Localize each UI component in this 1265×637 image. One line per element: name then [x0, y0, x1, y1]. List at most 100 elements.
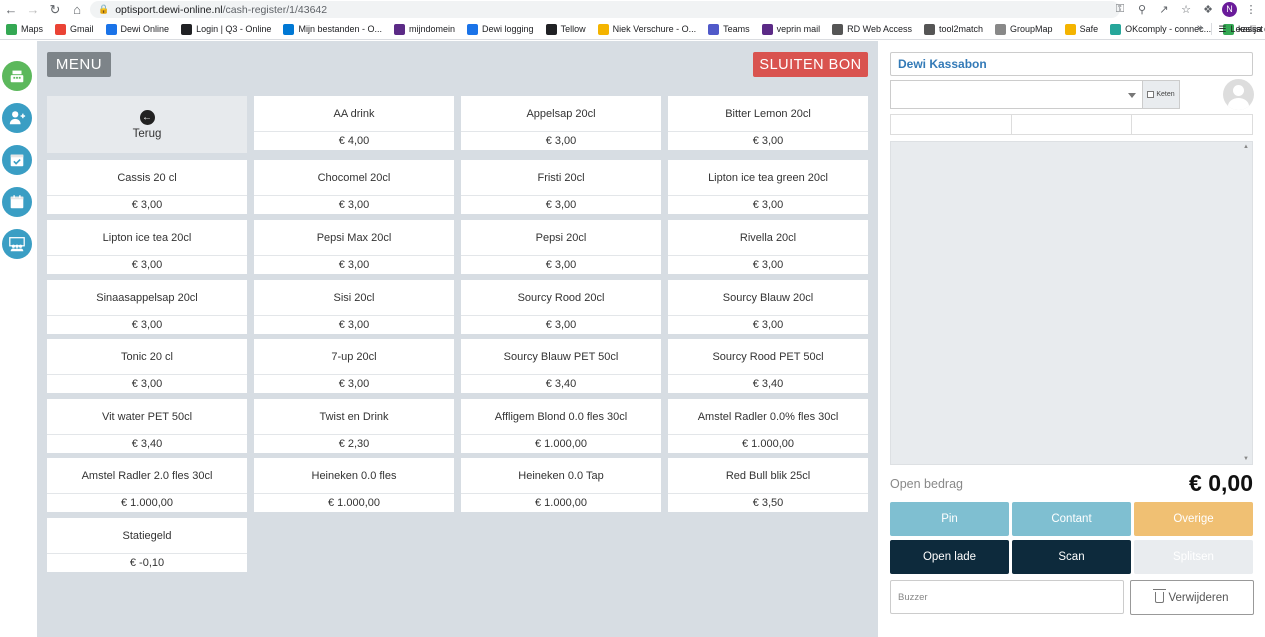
back-tile[interactable]: ← Terug [47, 96, 247, 153]
product-tile[interactable]: Sisi 20cl € 3,00 [254, 280, 454, 334]
product-tile[interactable]: Twist en Drink € 2,30 [254, 399, 454, 453]
star-icon[interactable]: ☆ [1178, 1, 1194, 17]
buzzer-input[interactable] [890, 580, 1124, 614]
bookmark-label: Gmail [70, 24, 94, 34]
scroll-down-icon[interactable]: ▼ [1243, 456, 1249, 462]
keten-checkbox[interactable] [1147, 91, 1155, 98]
cash-register-icon[interactable] [2, 61, 32, 91]
product-tile[interactable]: Appelsap 20cl € 3,00 [461, 96, 661, 150]
receipt-info-row [890, 114, 1253, 135]
back-label: Terug [132, 127, 162, 140]
extensions-icon[interactable]: ❖ [1200, 1, 1216, 17]
bookmark-item[interactable]: Gmail [55, 23, 94, 35]
keten-toggle[interactable]: Keten [1142, 80, 1180, 109]
info-cell [1012, 115, 1133, 134]
open-amount-label: Open bedrag [890, 477, 963, 491]
bookmark-item[interactable]: Safe [1064, 23, 1099, 35]
address-bar[interactable]: 🔒 optisport.dewi-online.nl/cash-register… [90, 1, 1120, 18]
product-tile[interactable]: Cassis 20 cl € 3,00 [47, 160, 247, 214]
bookmark-item[interactable]: Mijn bestanden - O... [283, 23, 382, 35]
forward-arrow-icon[interactable]: → [22, 0, 44, 19]
user-avatar-icon[interactable] [1223, 79, 1254, 110]
product-name: Heineken 0.0 fles [254, 458, 454, 494]
product-tile[interactable]: Fristi 20cl € 3,00 [461, 160, 661, 214]
bookmark-item[interactable]: Dewi logging [467, 23, 534, 35]
browser-toolbar: ← → ↻ ⌂ 🔒 optisport.dewi-online.nl/cash-… [0, 0, 1265, 19]
share-icon[interactable]: ↗ [1156, 1, 1172, 17]
bookmark-item[interactable]: Login | Q3 - Online [181, 23, 271, 35]
product-tile[interactable]: Heineken 0.0 Tap € 1.000,00 [461, 458, 661, 512]
cash-button[interactable]: Contant [1012, 502, 1131, 536]
product-price: € 1.000,00 [535, 438, 587, 450]
scroll-up-icon[interactable]: ▲ [1243, 144, 1249, 150]
product-tile[interactable]: Statiegeld € -0,10 [47, 518, 247, 572]
home-icon[interactable]: ⌂ [66, 0, 88, 19]
receipt-lines[interactable]: ▲ ▼ [890, 141, 1253, 465]
bookmark-item[interactable]: Teams [708, 23, 750, 35]
product-tile[interactable]: Tonic 20 cl € 3,00 [47, 339, 247, 393]
bookmark-label: Safe [1079, 24, 1099, 34]
bookmark-item[interactable]: Niek Verschure - O... [597, 23, 696, 35]
reading-list[interactable]: ☰ Leeslijst [1211, 23, 1263, 35]
bookmark-item[interactable]: veprin mail [761, 23, 821, 35]
product-name: Appelsap 20cl [461, 96, 661, 132]
bookmark-item[interactable]: RD Web Access [832, 23, 912, 35]
product-tile[interactable]: Bitter Lemon 20cl € 3,00 [668, 96, 868, 150]
receipt-title[interactable]: Dewi Kassabon [890, 52, 1253, 76]
menu-button[interactable]: MENU [47, 52, 111, 77]
product-tile[interactable]: Sinaasappelsap 20cl € 3,00 [47, 280, 247, 334]
bookmark-favicon-icon [597, 23, 609, 35]
back-arrow-icon[interactable]: ← [0, 0, 22, 19]
bookmark-item[interactable]: mijndomein [394, 23, 455, 35]
zoom-icon[interactable]: ⚲ [1134, 1, 1150, 17]
product-tile[interactable]: Vit water PET 50cl € 3,40 [47, 399, 247, 453]
product-tile[interactable]: Rivella 20cl € 3,00 [668, 220, 868, 274]
split-button[interactable]: Splitsen [1134, 540, 1253, 574]
product-tile[interactable]: Sourcy Blauw PET 50cl € 3,40 [461, 339, 661, 393]
profile-avatar[interactable]: N [1222, 1, 1237, 17]
product-tile[interactable]: Sourcy Rood 20cl € 3,00 [461, 280, 661, 334]
bookmark-favicon-icon [6, 23, 17, 35]
close-receipt-button[interactable]: SLUITEN BON [753, 52, 868, 77]
product-tile[interactable]: Amstel Radler 2.0 fles 30cl € 1.000,00 [47, 458, 247, 512]
bookmark-item[interactable]: GroupMap [995, 23, 1053, 35]
pin-button[interactable]: Pin [890, 502, 1009, 536]
customer-select[interactable] [890, 80, 1142, 109]
kebab-menu-icon[interactable]: ⋮ [1243, 1, 1259, 17]
product-tile[interactable]: Affligem Blond 0.0 fles 30cl € 1.000,00 [461, 399, 661, 453]
bookmark-item[interactable]: Tellow [545, 23, 586, 35]
product-tile[interactable]: Chocomel 20cl € 3,00 [254, 160, 454, 214]
product-price: € 3,40 [131, 438, 163, 450]
product-tile[interactable]: Lipton ice tea green 20cl € 3,00 [668, 160, 868, 214]
calendar-check-icon[interactable] [2, 145, 32, 175]
url-path: /cash-register/1/43642 [222, 3, 328, 16]
group-icon[interactable] [2, 229, 32, 259]
open-drawer-button[interactable]: Open lade [890, 540, 1009, 574]
bookmarks-more[interactable]: » [1197, 22, 1203, 34]
product-tile[interactable]: Amstel Radler 0.0% fles 30cl € 1.000,00 [668, 399, 868, 453]
bookmark-item[interactable]: Maps [6, 23, 43, 35]
product-name: Affligem Blond 0.0 fles 30cl [461, 399, 661, 435]
key-icon[interactable]: ⚿ [1112, 1, 1128, 17]
reload-icon[interactable]: ↻ [44, 0, 66, 19]
bookmarks-bar: Maps Gmail Dewi Online Login | Q3 - Online M… [0, 19, 1265, 40]
product-tile[interactable]: 7-up 20cl € 3,00 [254, 339, 454, 393]
bookmark-item[interactable]: tool2match [924, 23, 983, 35]
other-payment-button[interactable]: Overige [1134, 502, 1253, 536]
scan-button[interactable]: Scan [1012, 540, 1131, 574]
product-tile[interactable]: AA drink € 4,00 [254, 96, 454, 150]
product-tile[interactable]: Sourcy Blauw 20cl € 3,00 [668, 280, 868, 334]
add-user-icon[interactable] [2, 103, 32, 133]
delete-button[interactable]: Verwijderen [1130, 580, 1254, 615]
product-tile[interactable]: Pepsi Max 20cl € 3,00 [254, 220, 454, 274]
product-tile[interactable]: Red Bull blik 25cl € 3,50 [668, 458, 868, 512]
product-name: Tonic 20 cl [47, 339, 247, 375]
product-tile[interactable]: Sourcy Rood PET 50cl € 3,40 [668, 339, 868, 393]
product-price: € -0,10 [129, 557, 165, 569]
product-tile[interactable]: Heineken 0.0 fles € 1.000,00 [254, 458, 454, 512]
product-tile[interactable]: Lipton ice tea 20cl € 3,00 [47, 220, 247, 274]
product-tile[interactable]: Pepsi 20cl € 3,00 [461, 220, 661, 274]
bookmark-label: veprin mail [776, 24, 821, 34]
bookmark-item[interactable]: Dewi Online [105, 23, 169, 35]
calendar-icon[interactable] [2, 187, 32, 217]
